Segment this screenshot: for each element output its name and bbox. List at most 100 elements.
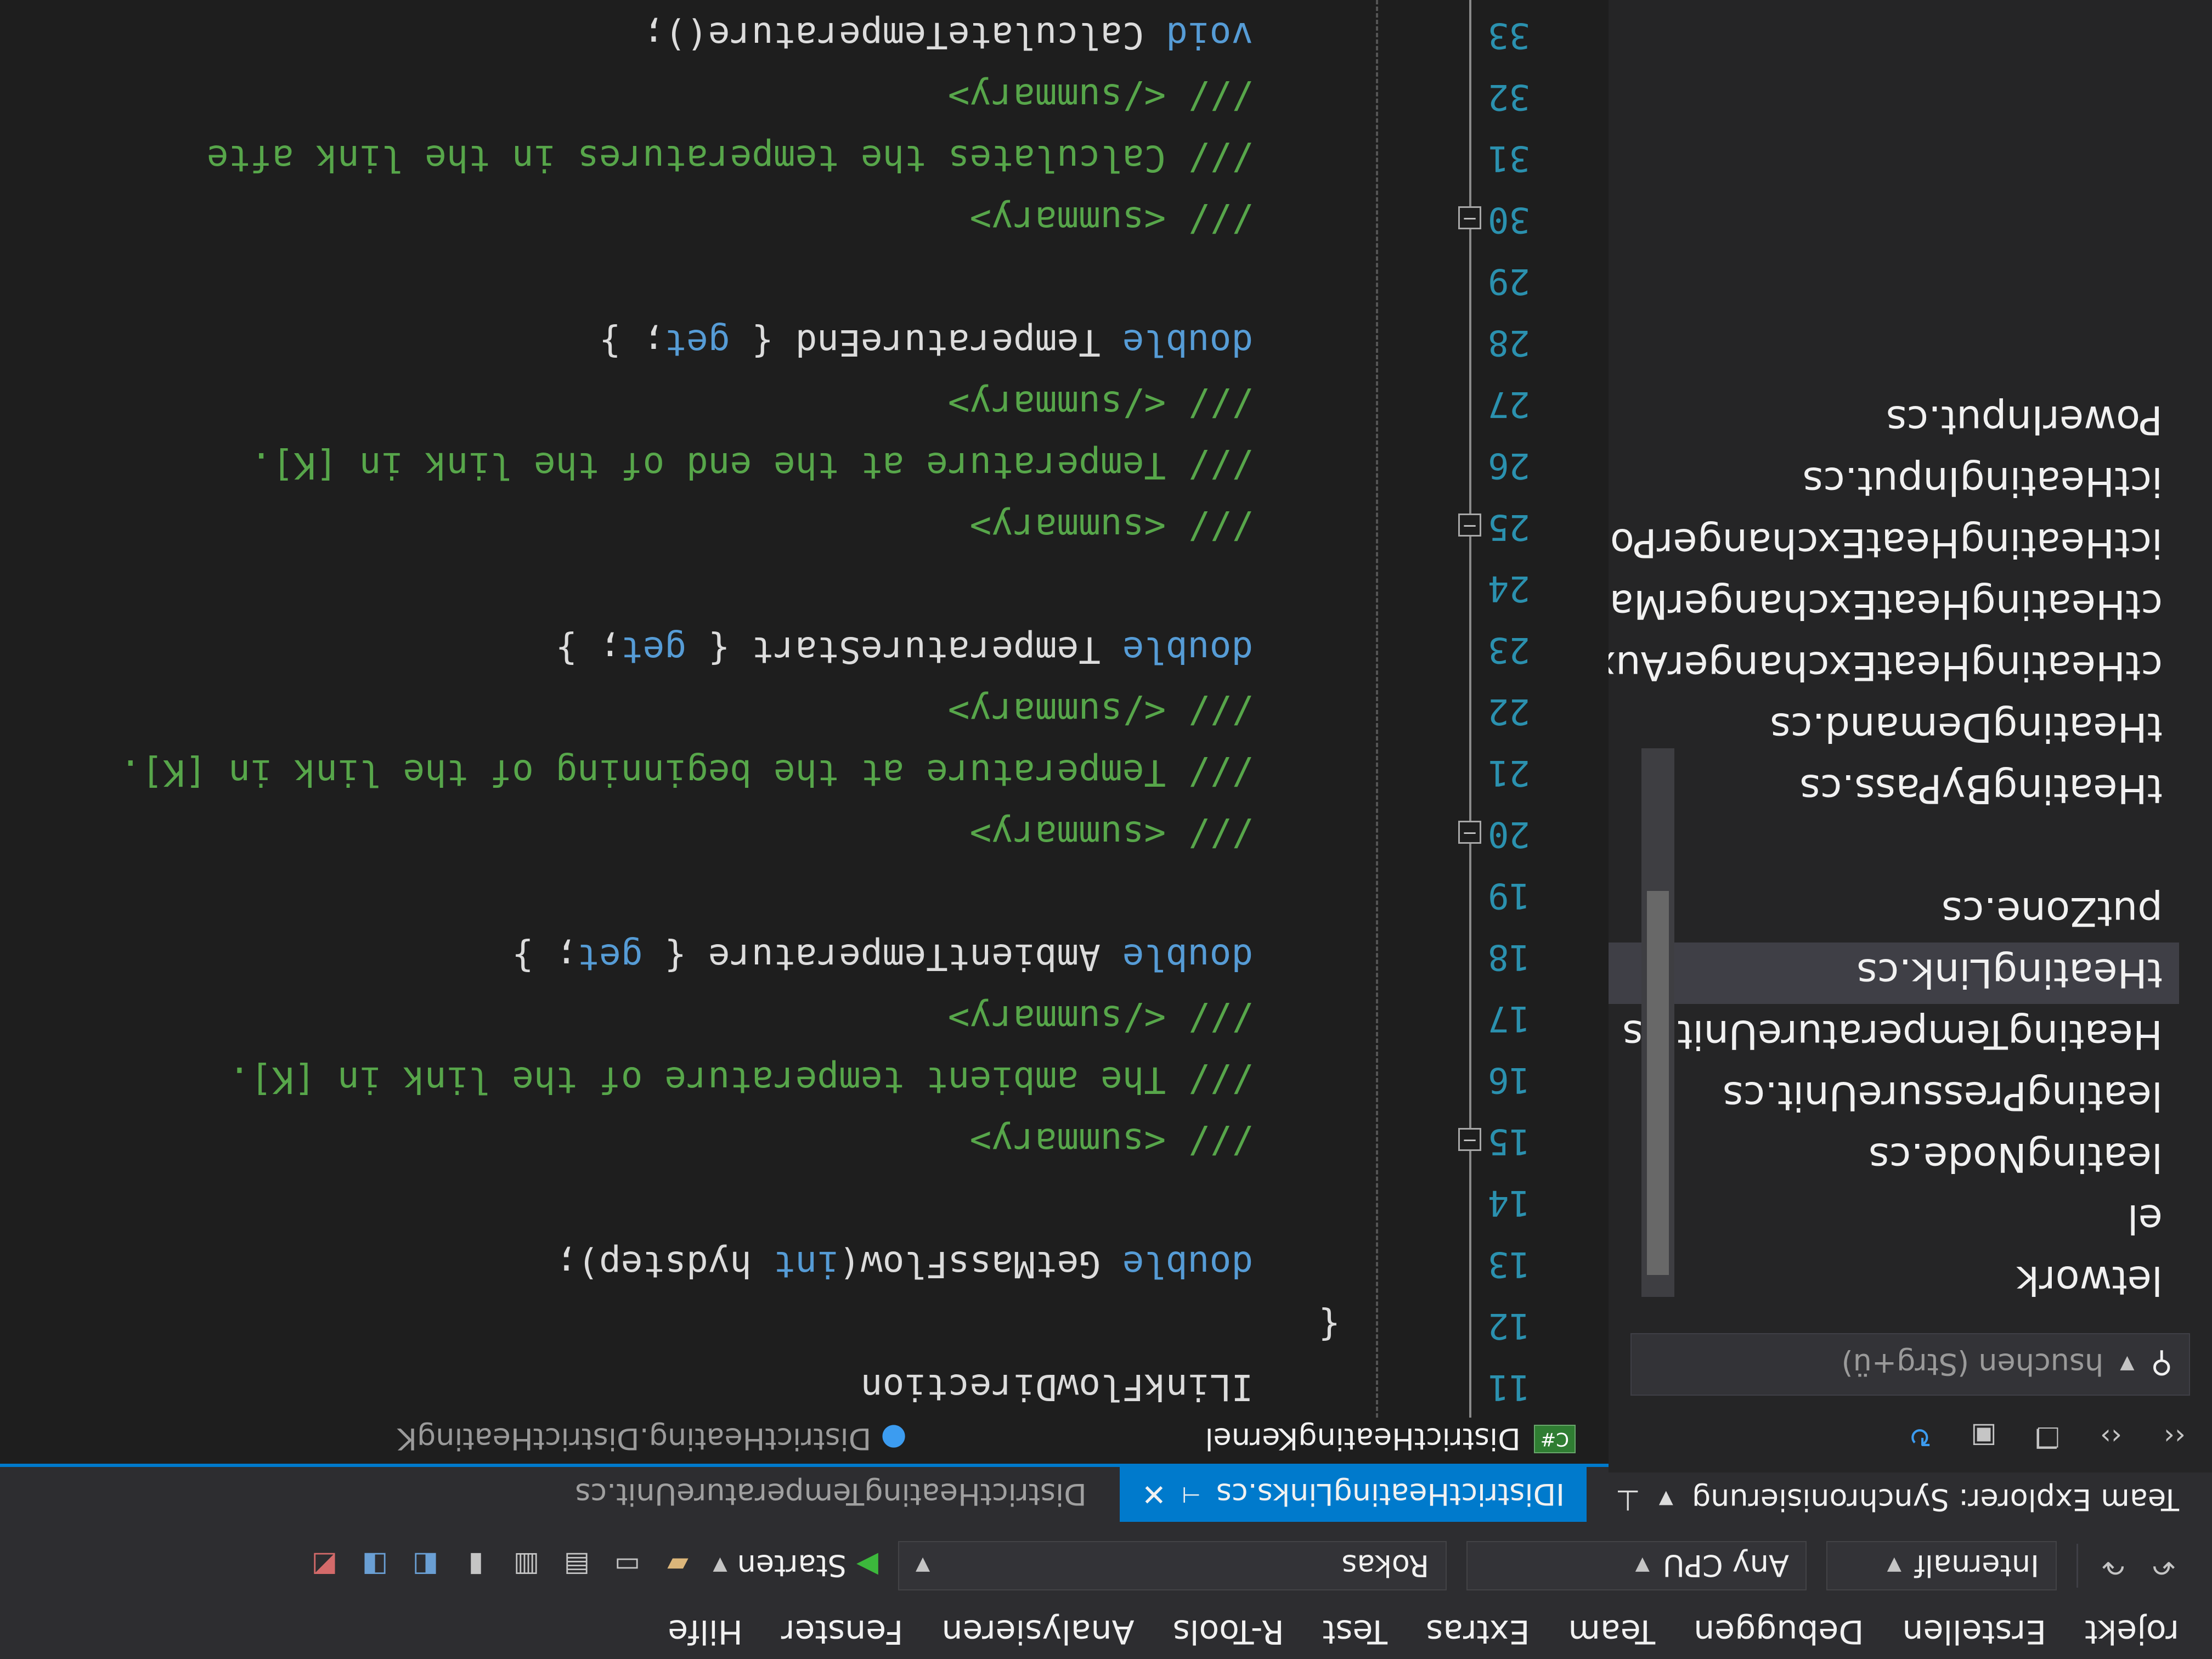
- close-icon[interactable]: ✕: [1142, 1477, 1166, 1512]
- menu-erstellen[interactable]: Erstellen: [1903, 1612, 2047, 1651]
- code-line[interactable]: double AmbientTemperature { get; }: [120, 926, 1427, 988]
- menu-extras[interactable]: Extras: [1426, 1612, 1530, 1651]
- code-line[interactable]: [120, 250, 1427, 312]
- file-list-item[interactable]: PowerInput.cs: [1609, 390, 2179, 451]
- redo-icon[interactable]: ↷: [2098, 1550, 2129, 1582]
- collapse-region-icon[interactable]: −: [1458, 821, 1481, 844]
- code-line[interactable]: /// <summary>: [120, 1110, 1427, 1172]
- tab-districtheatingtemperatureunit[interactable]: DistrictHeatingTemperatureUnit.cs: [553, 1467, 1109, 1522]
- pin-icon[interactable]: ⊣: [1182, 1482, 1201, 1507]
- project-dropdown[interactable]: DistrictHeatingKernel: [1205, 1422, 1521, 1457]
- pin-icon[interactable]: ⊥: [1616, 1483, 1640, 1516]
- line-number: 27: [1488, 383, 1531, 424]
- comment-icon[interactable]: ▤: [561, 1550, 592, 1582]
- menu-fenster[interactable]: Fenster: [781, 1612, 904, 1651]
- code-editor[interactable]: 11 12 13 14 15 16 17 18 19 20 21 22 23 24 25 26 27 28 29 30…: [0, 0, 1609, 1418]
- keyword-token: double: [1122, 936, 1254, 978]
- code-line[interactable]: {: [120, 1295, 1427, 1356]
- collapse-region-icon[interactable]: −: [1458, 514, 1481, 537]
- code-line[interactable]: /// <summary>: [120, 803, 1427, 865]
- file-list-item[interactable]: leatingPressureUnit.cs: [1609, 1065, 2179, 1127]
- menu-r-tools[interactable]: R-Tools: [1173, 1612, 1284, 1651]
- file-list-item[interactable]: ictHeatingHeatExchangerPow: [1578, 512, 2179, 574]
- code-line[interactable]: /// <summary>: [120, 189, 1427, 250]
- undo-icon[interactable]: ↶: [2148, 1550, 2179, 1582]
- code-line[interactable]: /// Temperature at the beginning of the …: [120, 742, 1427, 803]
- code-view-icon[interactable]: ‹›: [2096, 1421, 2126, 1453]
- file-list-item[interactable]: putZone.cs: [1609, 881, 2179, 943]
- platform-dropdown[interactable]: Any CPU ▼: [1466, 1541, 1807, 1590]
- code-line[interactable]: [120, 0, 1427, 4]
- menu-projekt[interactable]: rojekt: [2085, 1612, 2179, 1651]
- menu-hilfe[interactable]: Hilfe: [668, 1612, 743, 1651]
- bookmark-icon[interactable]: ▭: [612, 1550, 642, 1582]
- copy-icon[interactable]: ❐: [2032, 1421, 2063, 1453]
- file-list-item[interactable]: tHeatingLink.cs: [1609, 943, 2179, 1004]
- code-line[interactable]: double TemperatureEnd { get; }: [120, 312, 1427, 373]
- member-dropdown[interactable]: ● DistrictHeating.DistrictHeatingK: [398, 1422, 907, 1457]
- tab-label: DistrictHeatingTemperatureUnit.cs: [575, 1477, 1087, 1512]
- code-line[interactable]: double GetMassFlow(int hydstep);: [120, 1233, 1427, 1295]
- code-line[interactable]: /// </summary>: [120, 988, 1427, 1049]
- line-number: 28: [1488, 322, 1531, 363]
- code-line[interactable]: [120, 865, 1427, 926]
- code-line[interactable]: /// <summary>: [120, 496, 1427, 557]
- tab-idistrictheatinglinks[interactable]: IDistrictHeatingLinks.cs ⊣ ✕: [1119, 1467, 1587, 1522]
- window-icon[interactable]: ▣: [1968, 1421, 1999, 1453]
- file-list-item[interactable]: ctHeatingHeatExchangerAux: [1592, 635, 2179, 697]
- comment-token: /// <summary>: [969, 199, 1427, 241]
- file-list-item[interactable]: HeatingTemperatureUnit.cs: [1609, 1004, 2179, 1065]
- folder-icon[interactable]: ▰: [662, 1550, 693, 1582]
- search-placeholder: hsuchen (Strg+ü): [1841, 1347, 2104, 1382]
- start-button[interactable]: ▶ Starten ▼: [713, 1549, 878, 1583]
- code-token: CalculateTemperature();: [642, 14, 1166, 57]
- line-number: 20: [1488, 814, 1531, 854]
- bookmark-next-icon[interactable]: ◨: [359, 1550, 390, 1582]
- code-token: hydstep);: [555, 1243, 774, 1285]
- file-list-item[interactable]: leatingNode.cs: [1609, 1127, 2179, 1188]
- scrollbar-thumb[interactable]: [1647, 891, 1669, 1275]
- collapse-region-icon[interactable]: −: [1458, 1128, 1481, 1152]
- chevron-down-icon[interactable]: ▾: [1659, 1483, 1673, 1516]
- code-line[interactable]: [120, 1172, 1427, 1233]
- code-line[interactable]: /// </summary>: [120, 373, 1427, 435]
- file-list-item[interactable]: tHeatingByPass.cs: [1609, 758, 2179, 820]
- bookmark-prev-icon[interactable]: ◧: [410, 1550, 441, 1582]
- menu-debuggen[interactable]: Debuggen: [1694, 1612, 1864, 1651]
- code-content[interactable]: ILinkFlowDirection { double GetMassFlow(…: [120, 0, 1427, 1418]
- file-list-item[interactable]: ictHeatingInput.cs: [1609, 451, 2179, 512]
- vertical-scrollbar[interactable]: [1641, 748, 1674, 1297]
- code-line[interactable]: double TemperatureStart { get; }: [120, 619, 1427, 680]
- file-list-item[interactable]: el: [1609, 1188, 2179, 1250]
- file-list-item[interactable]: ctHeatingHeatExchangerMai: [1599, 574, 2179, 635]
- line-number: 31: [1488, 138, 1531, 178]
- chevron-down-icon[interactable]: ▼: [2120, 1353, 2134, 1375]
- menu-team[interactable]: Team: [1568, 1612, 1656, 1651]
- code-line[interactable]: /// The ambient temperature of the link …: [120, 1049, 1427, 1110]
- file-list-item[interactable]: letwork: [1609, 1250, 2179, 1311]
- menu-test[interactable]: Test: [1323, 1612, 1387, 1651]
- collapse-icon[interactable]: ‹‹: [2159, 1421, 2190, 1453]
- team-explorer-search[interactable]: ⚲ ▼ hsuchen (Strg+ü): [1630, 1333, 2190, 1396]
- configuration-dropdown[interactable]: Internalf ▼: [1826, 1541, 2057, 1590]
- code-line[interactable]: /// </summary>: [120, 680, 1427, 742]
- bookmark-clear-icon[interactable]: ◩: [309, 1550, 340, 1582]
- refresh-icon[interactable]: ↻: [1905, 1421, 1936, 1453]
- chevron-down-icon: ▼: [713, 1555, 727, 1577]
- code-line[interactable]: void CalculateTemperature();: [120, 4, 1427, 66]
- comment-token: /// <summary>: [969, 813, 1427, 855]
- file-list-item[interactable]: [1609, 820, 2179, 881]
- startup-project-dropdown[interactable]: Rokas ▼: [898, 1541, 1447, 1590]
- line-number: 29: [1488, 261, 1531, 301]
- code-line[interactable]: /// </summary>: [120, 66, 1427, 127]
- keyword-token: double: [1122, 321, 1254, 364]
- code-line[interactable]: ILinkFlowDirection: [120, 1356, 1427, 1418]
- bookmark-toggle-icon[interactable]: ▮: [460, 1550, 491, 1582]
- uncomment-icon[interactable]: ▥: [511, 1550, 541, 1582]
- file-list-item[interactable]: tHeatingDemand.cs: [1609, 697, 2179, 758]
- code-line[interactable]: [120, 557, 1427, 619]
- code-line[interactable]: /// Calculates the temperatures in the l…: [120, 127, 1427, 189]
- code-line[interactable]: /// Temperature at the end of the link i…: [120, 435, 1427, 496]
- collapse-region-icon[interactable]: −: [1458, 206, 1481, 230]
- menu-analysieren[interactable]: Analysieren: [941, 1612, 1134, 1651]
